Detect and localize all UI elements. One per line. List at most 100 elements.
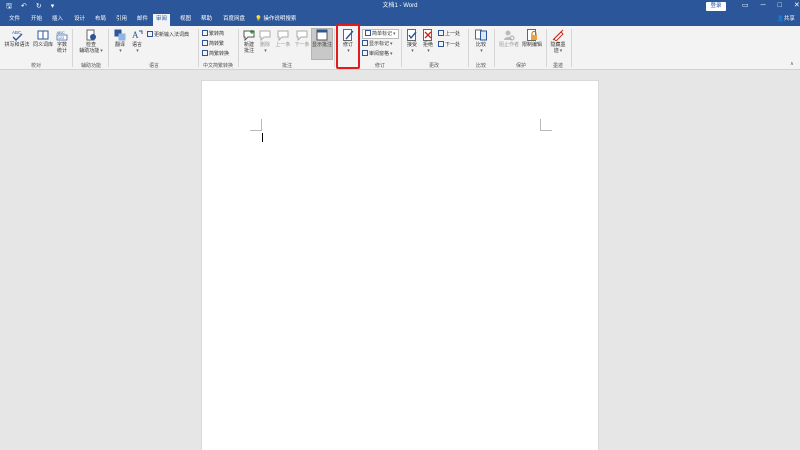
chinese-conversion-button[interactable]: 简繁转换 (202, 50, 229, 58)
crop-mark-top-right (540, 119, 552, 131)
update-ime-dictionary-button[interactable]: 更新输入法词典 (147, 31, 189, 39)
delete-comment-button[interactable]: 删除 ▾ (258, 29, 272, 54)
tab-help[interactable]: 帮助 (198, 15, 215, 24)
abc-glyph: ABC (57, 30, 65, 35)
book-icon (37, 30, 49, 40)
restrict-editing-button[interactable]: 限制编辑 (520, 29, 544, 48)
compare-button[interactable]: 比较 ▾ (473, 29, 489, 54)
simplified-to-traditional-label: 简转繁 (209, 41, 225, 47)
markup-icon (365, 30, 371, 36)
number-glyph: 123 (58, 36, 64, 40)
chevron-down-icon: ▾ (427, 48, 430, 54)
convert-icon (202, 40, 208, 46)
next-change-label: 下一处 (445, 42, 461, 48)
convert-icon (202, 30, 208, 36)
check-accessibility-button[interactable]: 检查 辅助功能▾ (78, 29, 104, 54)
lightbulb-icon: 💡 (255, 16, 262, 22)
group-label-changes: 更改 (428, 63, 439, 69)
next-comment-button[interactable]: 下一条 (293, 29, 311, 48)
tab-design[interactable]: 设计 (71, 15, 88, 24)
crop-mark-top-left (250, 119, 262, 131)
tell-me-search[interactable]: 💡 操作说明搜索 (252, 15, 299, 24)
tab-file[interactable]: 文件 (6, 15, 23, 24)
text-cursor (262, 133, 263, 142)
thesaurus-button[interactable]: 同义词库 (31, 29, 55, 48)
spelling-check-icon: ABC (12, 30, 23, 41)
lock-icon (527, 29, 537, 41)
svg-text:A: A (132, 30, 139, 40)
previous-change-icon (438, 30, 444, 36)
simplified-to-traditional-button[interactable]: 简转繁 (202, 40, 224, 48)
group-divider (494, 29, 495, 67)
translate-button[interactable]: 翻译 ▾ (112, 29, 128, 54)
group-divider (198, 29, 199, 67)
group-label-tracking: 修订 (374, 63, 385, 69)
restrict-editing-label: 限制编辑 (521, 42, 542, 48)
close-icon[interactable]: ✕ (794, 1, 800, 11)
group-label-language: 语言 (148, 63, 159, 69)
reject-button[interactable]: 拒绝 ▾ (421, 29, 435, 54)
previous-comment-button[interactable]: 上一条 (274, 29, 292, 48)
document-page[interactable] (201, 80, 599, 450)
tab-baidu-netdisk[interactable]: 百度网盘 (220, 15, 248, 24)
ribbon-tabs: 文件 开始 插入 设计 布局 引用 邮件 审阅 视图 帮助 百度网盘 💡 操作说… (0, 13, 800, 26)
accept-button[interactable]: 接受 ▾ (405, 29, 419, 54)
traditional-to-simplified-label: 繁转简 (209, 31, 225, 37)
compare-icon (475, 29, 487, 41)
convert-icon (202, 50, 208, 56)
tell-me-label: 操作说明搜索 (263, 16, 297, 22)
language-icon: A (132, 30, 143, 40)
new-comment-button[interactable]: 新建 批注 (242, 29, 256, 54)
new-comment-icon (243, 30, 255, 41)
previous-change-button[interactable]: 上一处 (438, 30, 460, 38)
show-comments-button[interactable]: 显示批注 (311, 28, 333, 60)
update-ime-dictionary-label: 更新输入法词典 (154, 32, 190, 38)
chevron-down-icon: ▾ (100, 48, 103, 54)
next-change-button[interactable]: 下一处 (438, 41, 460, 49)
tab-home[interactable]: 开始 (28, 15, 45, 24)
block-authors-icon (504, 30, 515, 41)
chevron-down-icon: ▾ (393, 31, 396, 37)
person-icon: 👤 (777, 16, 784, 22)
hide-ink-button[interactable]: 隐藏墨 迹▾ (550, 29, 566, 54)
chevron-down-icon: ▾ (390, 51, 393, 57)
login-button[interactable]: 登录 (706, 2, 726, 11)
spelling-grammar-button[interactable]: ABC 拼写和语法 (4, 29, 30, 48)
document-canvas[interactable] (0, 70, 800, 450)
previous-comment-icon (277, 30, 289, 41)
display-for-review-dropdown[interactable]: 简单标记▾ (362, 29, 399, 39)
chevron-down-icon: ▾ (119, 48, 122, 54)
new-comment-label-2: 批注 (243, 48, 254, 54)
ribbon: ABC 拼写和语法 同义词库 ABC 123 字数 统计 校对 检查 辅助功能▾… (0, 26, 800, 70)
group-label-chinese-conversion: 中文简繁转换 (202, 63, 233, 69)
share-button[interactable]: 👤共享 (777, 15, 795, 24)
block-authors-button[interactable]: 阻止作者 (498, 29, 520, 48)
show-markup-dropdown[interactable]: 显示标记▾ (362, 40, 393, 48)
minimize-icon[interactable]: ─ (761, 1, 766, 11)
group-label-compare: 比较 (475, 63, 486, 69)
tab-references[interactable]: 引用 (113, 15, 130, 24)
tab-mailings[interactable]: 邮件 (134, 15, 151, 24)
group-divider (571, 29, 572, 67)
tab-layout[interactable]: 布局 (92, 15, 109, 24)
next-change-icon (438, 41, 444, 47)
ribbon-display-options-icon[interactable]: ▭ (742, 1, 749, 11)
language-button[interactable]: A 语言 ▾ (130, 29, 144, 54)
block-authors-label: 阻止作者 (498, 42, 519, 48)
word-count-icon: ABC 123 (57, 30, 68, 41)
translate-icon (114, 29, 126, 41)
chevron-down-icon: ▾ (390, 41, 393, 47)
chevron-down-icon: ▾ (264, 48, 267, 54)
delete-comment-icon (259, 30, 271, 41)
collapse-ribbon-icon[interactable]: ∧ (790, 61, 794, 68)
chevron-down-icon: ▾ (136, 48, 139, 54)
maximize-icon[interactable]: □ (778, 1, 782, 11)
word-count-button[interactable]: ABC 123 字数 统计 (55, 29, 69, 54)
group-label-ink: 墨迹 (552, 63, 563, 69)
chinese-conversion-label: 简繁转换 (209, 51, 230, 57)
tab-insert[interactable]: 插入 (49, 15, 66, 24)
tab-view[interactable]: 视图 (177, 15, 194, 24)
traditional-to-simplified-button[interactable]: 繁转简 (202, 30, 224, 38)
reviewing-pane-dropdown[interactable]: 审阅窗格▾ (362, 50, 393, 58)
tab-review[interactable]: 审阅 (153, 14, 171, 26)
